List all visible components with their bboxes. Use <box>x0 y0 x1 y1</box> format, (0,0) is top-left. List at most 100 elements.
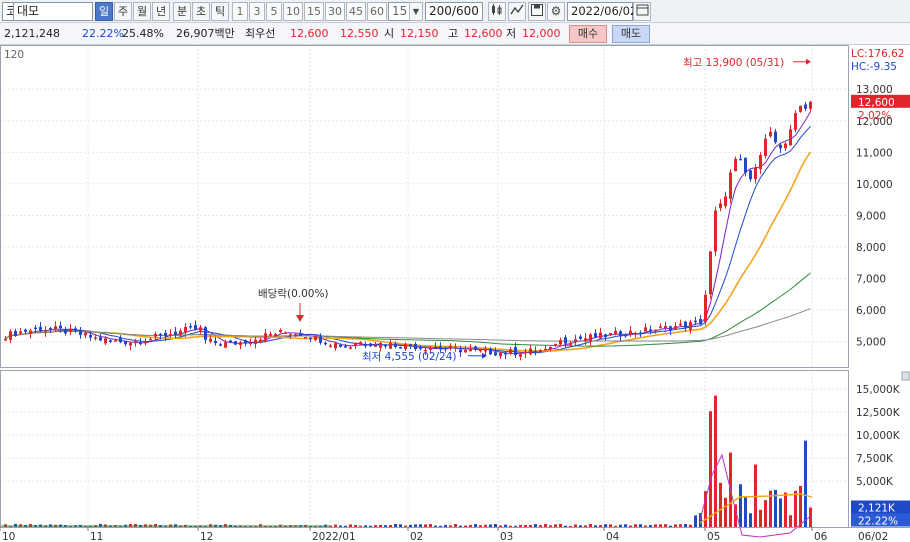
x-tick-label: 12 <box>200 531 213 542</box>
candle-body <box>564 337 567 344</box>
volume-bar <box>369 525 372 527</box>
interval-10[interactable]: 10 <box>283 2 303 21</box>
candle-body <box>769 131 772 137</box>
volume-bar <box>389 524 392 527</box>
volume-bar <box>399 524 402 527</box>
volume-bar <box>409 524 412 527</box>
volume-bar <box>614 525 617 527</box>
volume-bar <box>494 523 497 527</box>
volume-bar <box>599 525 602 527</box>
interval-select[interactable]: 15 <box>388 2 410 21</box>
volume-bar <box>509 525 512 527</box>
price-tick-label: 10,000 <box>856 179 893 191</box>
candle-body <box>294 334 297 337</box>
candle-body <box>469 348 472 352</box>
candle-body <box>334 343 337 349</box>
date-field[interactable]: 2022/06/02 <box>567 2 637 21</box>
candle-body <box>774 131 777 143</box>
candle-body <box>549 346 552 349</box>
candle-body <box>269 333 272 336</box>
tab-day[interactable]: 일 <box>95 2 113 21</box>
interval-45[interactable]: 45 <box>346 2 366 21</box>
price-candle <box>304 337 307 339</box>
low-label: 저 <box>506 27 517 40</box>
interval-15[interactable]: 15 <box>304 2 324 21</box>
candle-body <box>589 334 592 342</box>
volume-bar <box>634 524 637 527</box>
tab-year[interactable]: 년 <box>152 2 170 21</box>
calendar-icon[interactable] <box>633 2 651 21</box>
candle-body <box>479 349 482 352</box>
x-tick-label: 06 <box>814 531 828 542</box>
x-tick-label: 10 <box>2 531 15 542</box>
volume-bar <box>589 524 592 527</box>
candle-body <box>674 326 677 330</box>
candle-body <box>494 352 497 356</box>
volume-value: 2,121,248 <box>4 27 60 40</box>
gear-icon[interactable]: ⚙ <box>547 2 565 21</box>
candle-body <box>324 342 327 345</box>
volume-bar <box>714 395 717 527</box>
open-value: 12,150 <box>400 27 439 40</box>
tab-month[interactable]: 월 <box>133 2 151 21</box>
volume-bar <box>739 484 742 527</box>
candle-body <box>374 345 377 347</box>
candle-body <box>519 354 522 357</box>
candle-body <box>199 327 202 331</box>
candle-body <box>699 318 702 325</box>
candle-body <box>459 349 462 353</box>
interval-30[interactable]: 30 <box>325 2 345 21</box>
volume-bar <box>544 523 547 527</box>
candle-body <box>694 320 697 323</box>
candle-body <box>369 343 372 347</box>
volume-bar <box>624 524 627 527</box>
interval-60[interactable]: 60 <box>367 2 387 21</box>
volume-bar <box>619 524 622 527</box>
candle-body <box>249 342 252 345</box>
indicator-icon[interactable] <box>508 2 526 21</box>
candle-body <box>414 343 417 350</box>
buy-button[interactable]: 매수 <box>569 25 607 43</box>
candle-body <box>714 210 717 252</box>
candle-settings-icon[interactable] <box>488 2 506 21</box>
volume-bar <box>759 509 762 527</box>
interval-5[interactable]: 5 <box>266 2 282 21</box>
candle-body <box>64 329 67 334</box>
candle-body <box>809 101 812 109</box>
tab-week[interactable]: 주 <box>114 2 132 21</box>
candle-body <box>664 325 667 329</box>
candle-body <box>509 349 512 354</box>
candle-body <box>489 348 492 355</box>
stock-chart[interactable]: 13,00012,00011,00010,0009,0008,0007,0006… <box>0 45 910 542</box>
toolbar: 코 대모 일 주 월 년 분 초 틱 1 3 5 10 15 30 45 60 … <box>0 0 910 23</box>
volume-bar <box>464 525 467 527</box>
candle-body <box>204 327 207 340</box>
interval-3[interactable]: 3 <box>249 2 265 21</box>
tab-tick[interactable]: 틱 <box>211 2 229 21</box>
candle-body <box>39 326 42 332</box>
count-field[interactable]: 200/600 <box>425 2 483 21</box>
candle-body <box>594 333 597 338</box>
candle-body <box>609 332 612 335</box>
tab-second[interactable]: 초 <box>192 2 210 21</box>
candle-body <box>579 336 582 339</box>
count-max: /600 <box>451 4 479 18</box>
chevron-down-icon[interactable]: ▼ <box>409 2 423 21</box>
candle-body <box>259 339 262 342</box>
candle-body <box>574 339 577 342</box>
best-bid-1: 12,600 <box>290 27 329 40</box>
volume-bar <box>419 524 422 527</box>
sell-button[interactable]: 매도 <box>612 25 650 43</box>
interval-1[interactable]: 1 <box>232 2 248 21</box>
x-tick-label: 05 <box>707 531 720 542</box>
volume-bar <box>14 523 17 527</box>
save-icon[interactable] <box>528 2 546 21</box>
volume-bar <box>744 496 747 527</box>
candle-body <box>659 326 662 328</box>
volume-bar <box>444 524 447 527</box>
price-candle <box>794 110 797 133</box>
tab-minute[interactable]: 분 <box>173 2 191 21</box>
volume-bar <box>659 524 662 527</box>
candle-body <box>779 144 782 149</box>
stock-name-field[interactable]: 대모 <box>13 2 93 21</box>
